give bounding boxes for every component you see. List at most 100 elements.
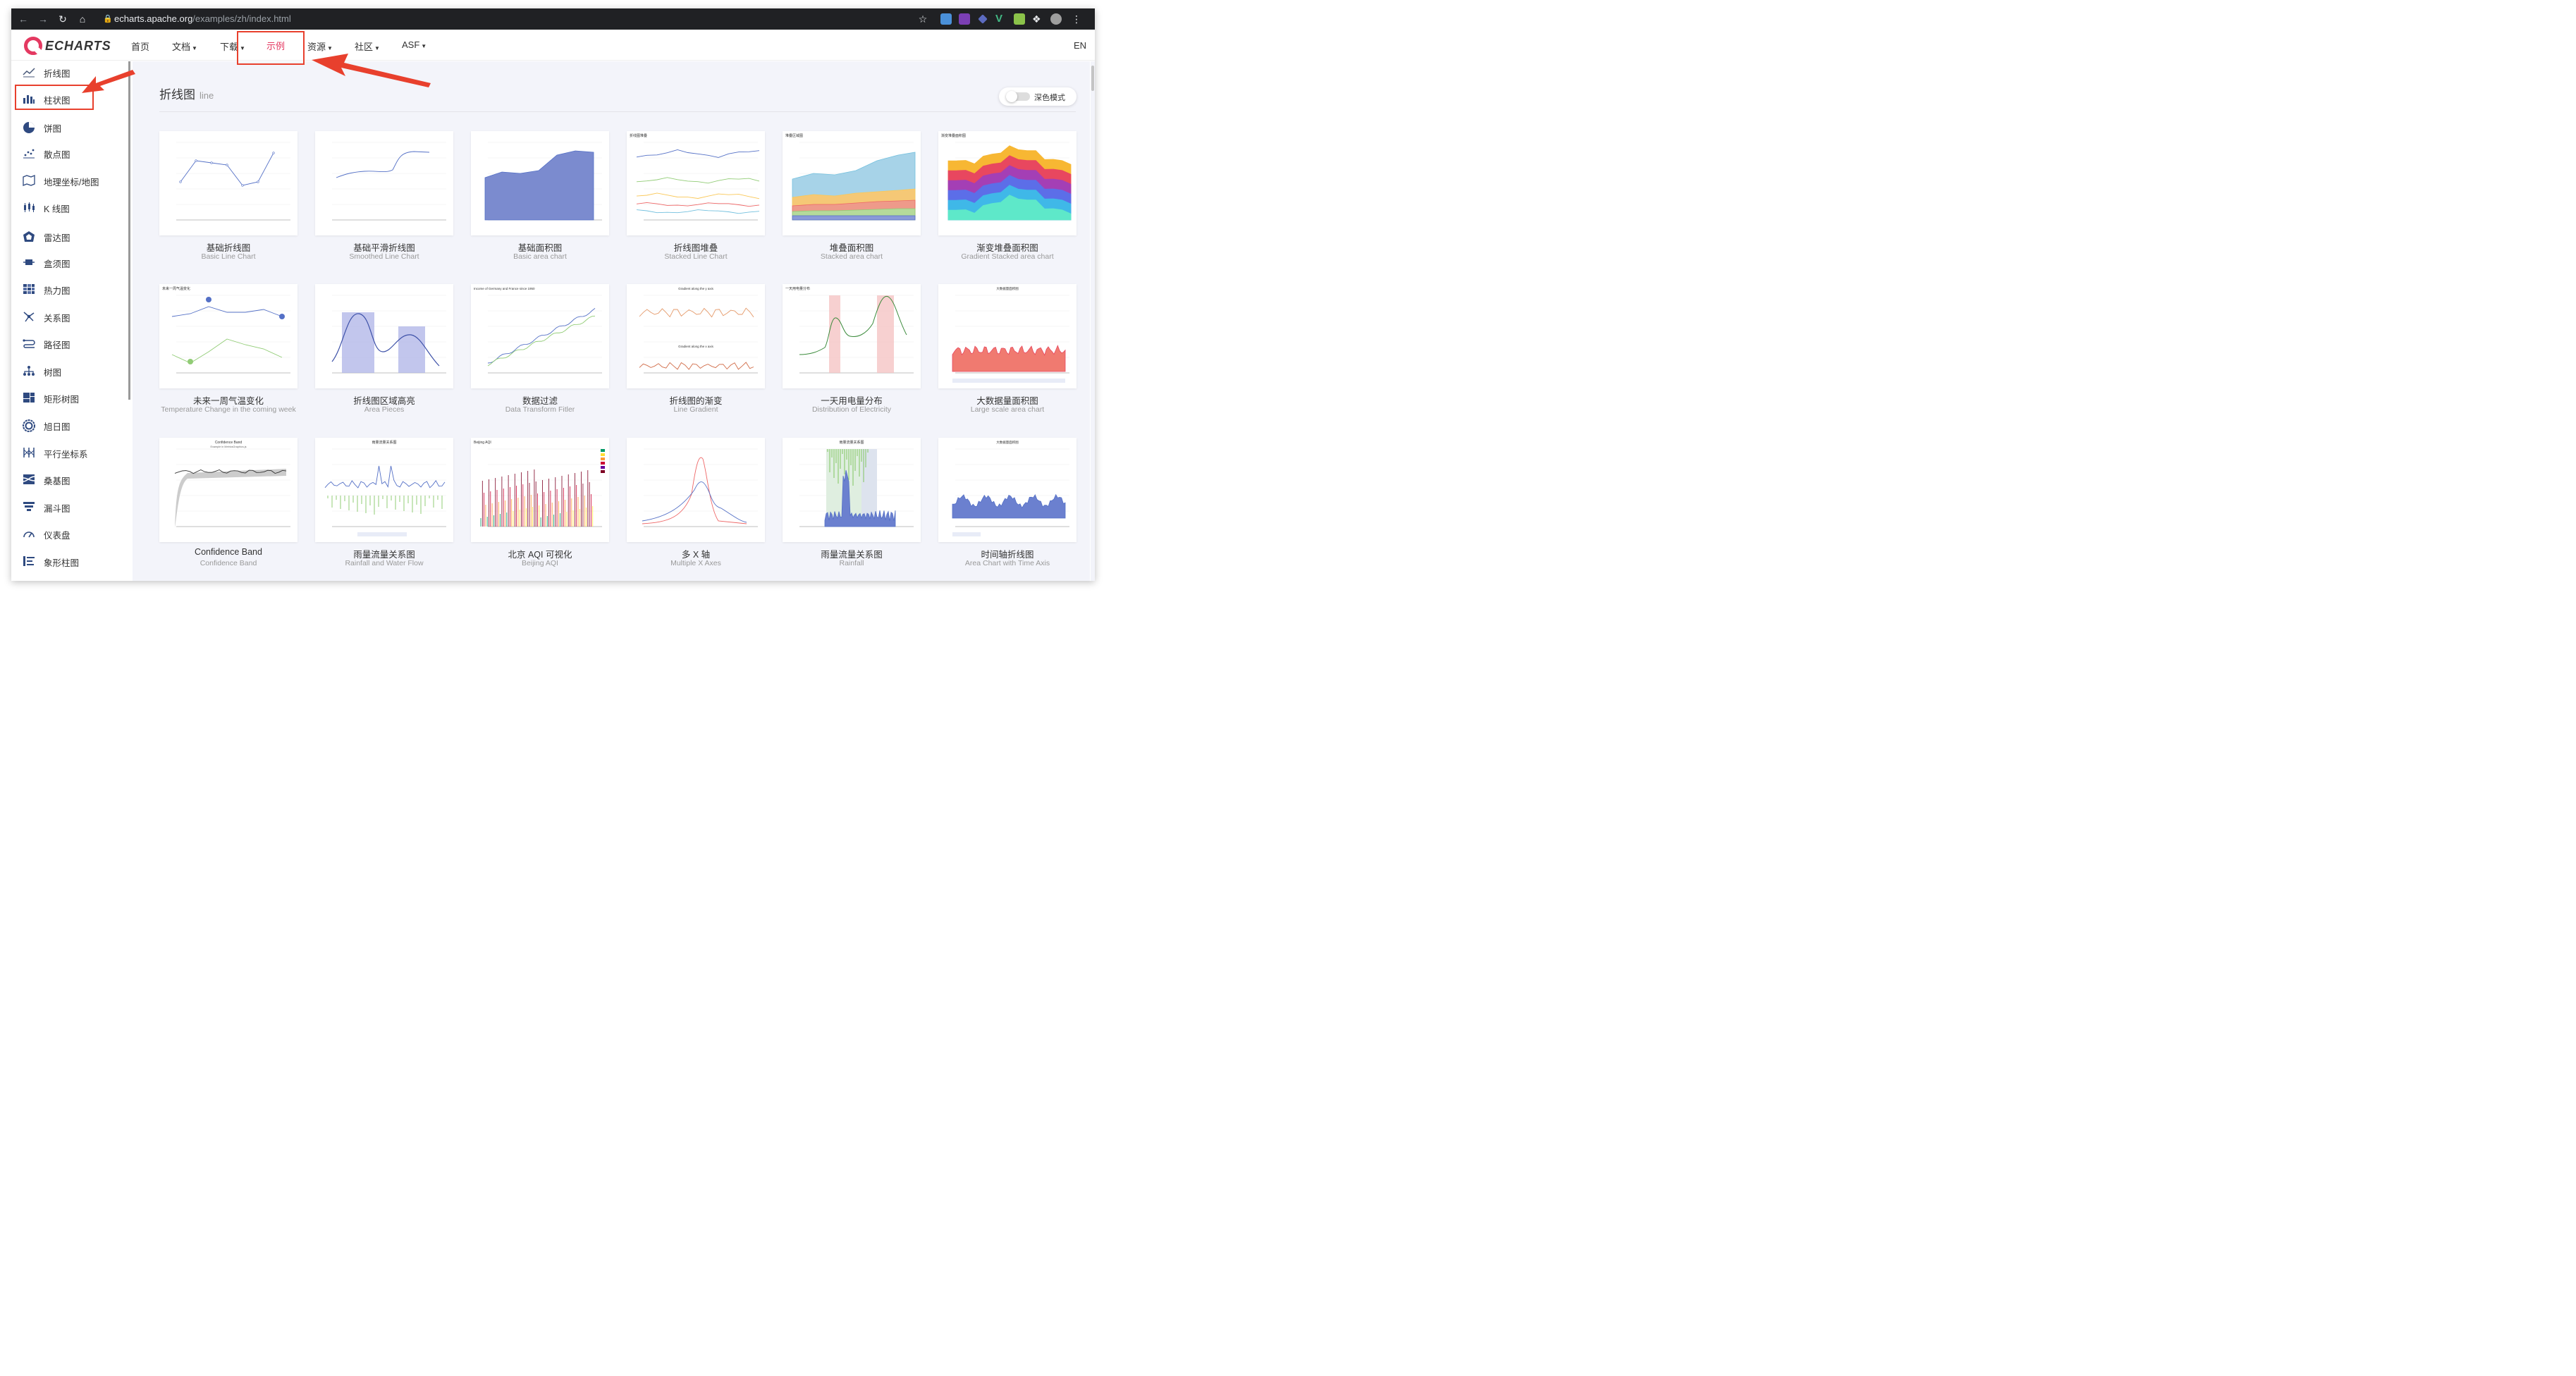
sidebar-item-parallel[interactable]: 平行坐标系 <box>23 443 128 463</box>
example-subtitle: Basic Line Chart <box>201 252 256 261</box>
example-thumbnail-time-axis[interactable]: 大数据量面积图 <box>938 438 1077 542</box>
nav-home[interactable]: 首页 <box>131 39 149 53</box>
example-thumbnail-line-gradient[interactable]: Gradient along the y axis Gradient along … <box>627 284 765 388</box>
example-thumbnail-aqi[interactable]: Beijing AQI <box>471 438 609 542</box>
example-subtitle: Confidence Band <box>200 559 257 567</box>
example-subtitle: Beijing AQI <box>522 559 558 567</box>
pictorial-bar-icon <box>23 555 37 568</box>
example-thumbnail-gradient-stacked[interactable]: 渐变堆叠面积图 <box>938 131 1077 235</box>
forward-icon[interactable]: → <box>37 13 49 25</box>
nav-resources-label: 资源 <box>307 42 326 52</box>
extension-rp-icon[interactable] <box>959 13 970 25</box>
scrollbar-thumb[interactable] <box>1091 66 1094 91</box>
example-thumbnail-rainfall-flow[interactable]: 雨量流量关系图 <box>315 438 453 542</box>
nav-community[interactable]: 社区 ▼ <box>355 39 380 53</box>
sidebar-item-tree[interactable]: 树图 <box>23 362 128 381</box>
back-icon[interactable]: ← <box>17 13 30 25</box>
vue-devtools-icon[interactable]: V <box>995 13 1007 25</box>
sidebar-item-label: 矩形树图 <box>44 394 80 405</box>
svg-text:未来一周气温变化: 未来一周气温变化 <box>162 286 190 291</box>
sidebar-item-heatmap[interactable]: 热力图 <box>23 280 128 300</box>
caret-down-icon: ▼ <box>192 45 197 51</box>
echarts-logo[interactable]: ECHARTS <box>24 37 111 55</box>
extension-pen-icon[interactable] <box>978 14 988 24</box>
sidebar-item-lines[interactable]: 路径图 <box>23 334 128 354</box>
sidebar-item-treemap[interactable]: 矩形树图 <box>23 388 128 408</box>
sidebar-item-label: 树图 <box>44 367 62 378</box>
svg-text:大数据量面积图: 大数据量面积图 <box>996 286 1019 291</box>
extension-s-icon[interactable] <box>940 13 952 25</box>
sidebar-item-boxplot[interactable]: 盒须图 <box>23 253 128 273</box>
section-title-text: 折线图 <box>159 88 195 102</box>
dark-mode-toggle[interactable]: 深色模式 <box>999 87 1077 106</box>
language-switch[interactable]: EN <box>1074 40 1086 51</box>
sidebar-item-line-chart[interactable]: 折线图 <box>23 63 128 82</box>
scatter-chart-icon <box>23 147 37 160</box>
sidebar-item-graph[interactable]: 关系图 <box>23 307 128 327</box>
svg-text:Income of Germany and France s: Income of Germany and France since 1950 <box>474 287 535 290</box>
sidebar-item-sankey[interactable]: 桑基图 <box>23 470 128 490</box>
example-thumbnail-basic-line[interactable] <box>159 131 298 235</box>
example-thumbnail-confidence[interactable]: Confidence Band Example in MetricsGraphic… <box>159 438 298 542</box>
sidebar-item-label: 路径图 <box>44 340 70 350</box>
nav-asf[interactable]: ASF ▼ <box>402 39 427 50</box>
example-subtitle: Line Gradient <box>673 405 718 414</box>
svg-text:一天用电量分布: 一天用电量分布 <box>785 286 810 291</box>
browser-menu-icon[interactable]: ⋮ <box>1070 13 1083 25</box>
example-thumbnail-multi-x[interactable] <box>627 438 765 542</box>
sidebar-item-pie-chart[interactable]: 饼图 <box>23 118 128 137</box>
sidebar-item-label: 盒须图 <box>44 259 70 269</box>
caret-down-icon: ▼ <box>421 43 427 49</box>
example-subtitle: Gradient Stacked area chart <box>961 252 1054 261</box>
example-thumbnail-rainfall[interactable]: 雨量流量关系图 <box>783 438 921 542</box>
sidebar-item-gauge[interactable]: 仪表盘 <box>23 524 128 544</box>
sidebar-scrollbar[interactable] <box>128 61 130 400</box>
sidebar-item-label: 雷达图 <box>44 233 70 243</box>
radar-icon <box>23 231 37 243</box>
svg-text:折线图堆叠: 折线图堆叠 <box>630 133 647 138</box>
url-path: /examples/zh/index.html <box>192 13 291 24</box>
address-bar[interactable]: 🔒 echarts.apache.org/examples/zh/index.h… <box>102 11 930 27</box>
sidebar-item-label: 旭日图 <box>44 422 70 432</box>
tree-icon <box>23 365 37 378</box>
nav-community-label: 社区 <box>355 42 374 52</box>
example-thumbnail-large-area[interactable]: 大数据量面积图 <box>938 284 1077 388</box>
profile-avatar[interactable] <box>1050 13 1062 25</box>
nav-resources[interactable]: 资源 ▼ <box>307 39 333 53</box>
home-icon[interactable]: ⌂ <box>76 13 89 25</box>
sidebar-item-candlestick[interactable]: K 线图 <box>23 198 128 218</box>
sidebar-item-funnel[interactable]: 漏斗图 <box>23 498 128 517</box>
example-thumbnail-data-filter[interactable]: Income of Germany and France since 1950 <box>471 284 609 388</box>
example-subtitle: Smoothed Line Chart <box>349 252 419 261</box>
nav-download-label: 下载 <box>220 42 239 52</box>
example-thumbnail-basic-area[interactable] <box>471 131 609 235</box>
example-subtitle: Large scale area chart <box>970 405 1045 414</box>
sidebar-item-pictorial-bar[interactable]: 象形柱图 <box>23 552 128 572</box>
example-thumbnail-smooth-line[interactable] <box>315 131 453 235</box>
svg-text:Example in MetricsGraphics.js: Example in MetricsGraphics.js <box>210 446 246 448</box>
example-thumbnail-electricity[interactable]: 一天用电量分布 <box>783 284 921 388</box>
example-subtitle: Data Transform Fitler <box>505 405 575 414</box>
sidebar-item-label: 仪表盘 <box>44 530 70 541</box>
caret-down-icon: ▼ <box>327 45 333 51</box>
example-thumbnail-temperature[interactable]: 未来一周气温变化 <box>159 284 298 388</box>
sidebar-item-radar[interactable]: 雷达图 <box>23 227 128 247</box>
extension-grid-icon[interactable] <box>1014 13 1025 25</box>
extensions-puzzle-icon[interactable]: ❖ <box>1032 13 1043 25</box>
example-thumbnail-area-pieces[interactable] <box>315 284 453 388</box>
bookmark-star-icon[interactable]: ☆ <box>916 13 929 25</box>
sidebar-item-label: 折线图 <box>44 68 70 79</box>
content-scrollbar[interactable] <box>1091 61 1095 581</box>
sidebar-item-map[interactable]: 地理坐标/地图 <box>23 171 128 191</box>
sunburst-icon <box>23 419 37 432</box>
example-thumbnail-stacked-line[interactable]: 折线图堆叠 <box>627 131 765 235</box>
sidebar-item-scatter-chart[interactable]: 散点图 <box>23 144 128 164</box>
chart-type-sidebar: 折线图 柱状图 饼图 散点图 地理坐标/地图 K 线图 雷达图 盒须图 热力图 关系图 路径图 树图矩… <box>11 61 133 581</box>
sidebar-item-sunburst[interactable]: 旭日图 <box>23 416 128 436</box>
sidebar-item-label: 饼图 <box>44 123 62 134</box>
example-thumbnail-stacked-area[interactable]: 堆叠区域图 <box>783 131 921 235</box>
sidebar-item-label: K 线图 <box>44 204 70 214</box>
reload-icon[interactable]: ↻ <box>56 13 69 25</box>
example-title[interactable]: Confidence Band <box>151 547 306 557</box>
nav-docs[interactable]: 文档 ▼ <box>172 39 197 53</box>
